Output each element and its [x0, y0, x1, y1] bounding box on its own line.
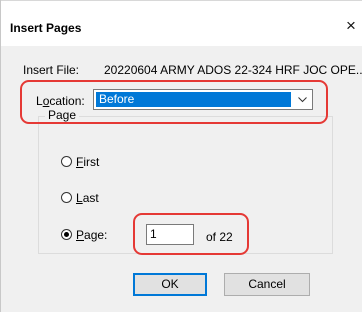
radio-last-text: ast	[82, 191, 99, 205]
radio-page-label[interactable]: Page:	[76, 228, 107, 242]
insert-file-value: 20220604 ARMY ADOS 22-324 HRF JOC OPE...	[104, 63, 362, 77]
page-input-highlight-annotation	[133, 213, 249, 255]
close-icon[interactable]: ×	[346, 17, 356, 34]
radio-page[interactable]	[61, 229, 72, 240]
radio-page-text: age:	[84, 228, 108, 242]
insert-file-label: Insert File:	[23, 63, 80, 77]
radio-page-accesskey: P	[76, 228, 85, 242]
location-highlight-annotation	[20, 80, 328, 124]
insert-pages-dialog: Insert Pages × Insert File: 20220604 ARM…	[0, 0, 362, 312]
radio-first-text: irst	[83, 155, 100, 169]
radio-first[interactable]	[61, 156, 72, 167]
dialog-title: Insert Pages	[10, 21, 82, 35]
top-border	[0, 0, 362, 1]
radio-last[interactable]	[61, 192, 72, 203]
radio-last-label[interactable]: Last	[76, 191, 99, 205]
cancel-button[interactable]: Cancel	[224, 273, 310, 296]
ok-button[interactable]: OK	[133, 273, 207, 296]
radio-last-accesskey: L	[76, 191, 83, 205]
radio-first-label[interactable]: First	[76, 155, 99, 169]
